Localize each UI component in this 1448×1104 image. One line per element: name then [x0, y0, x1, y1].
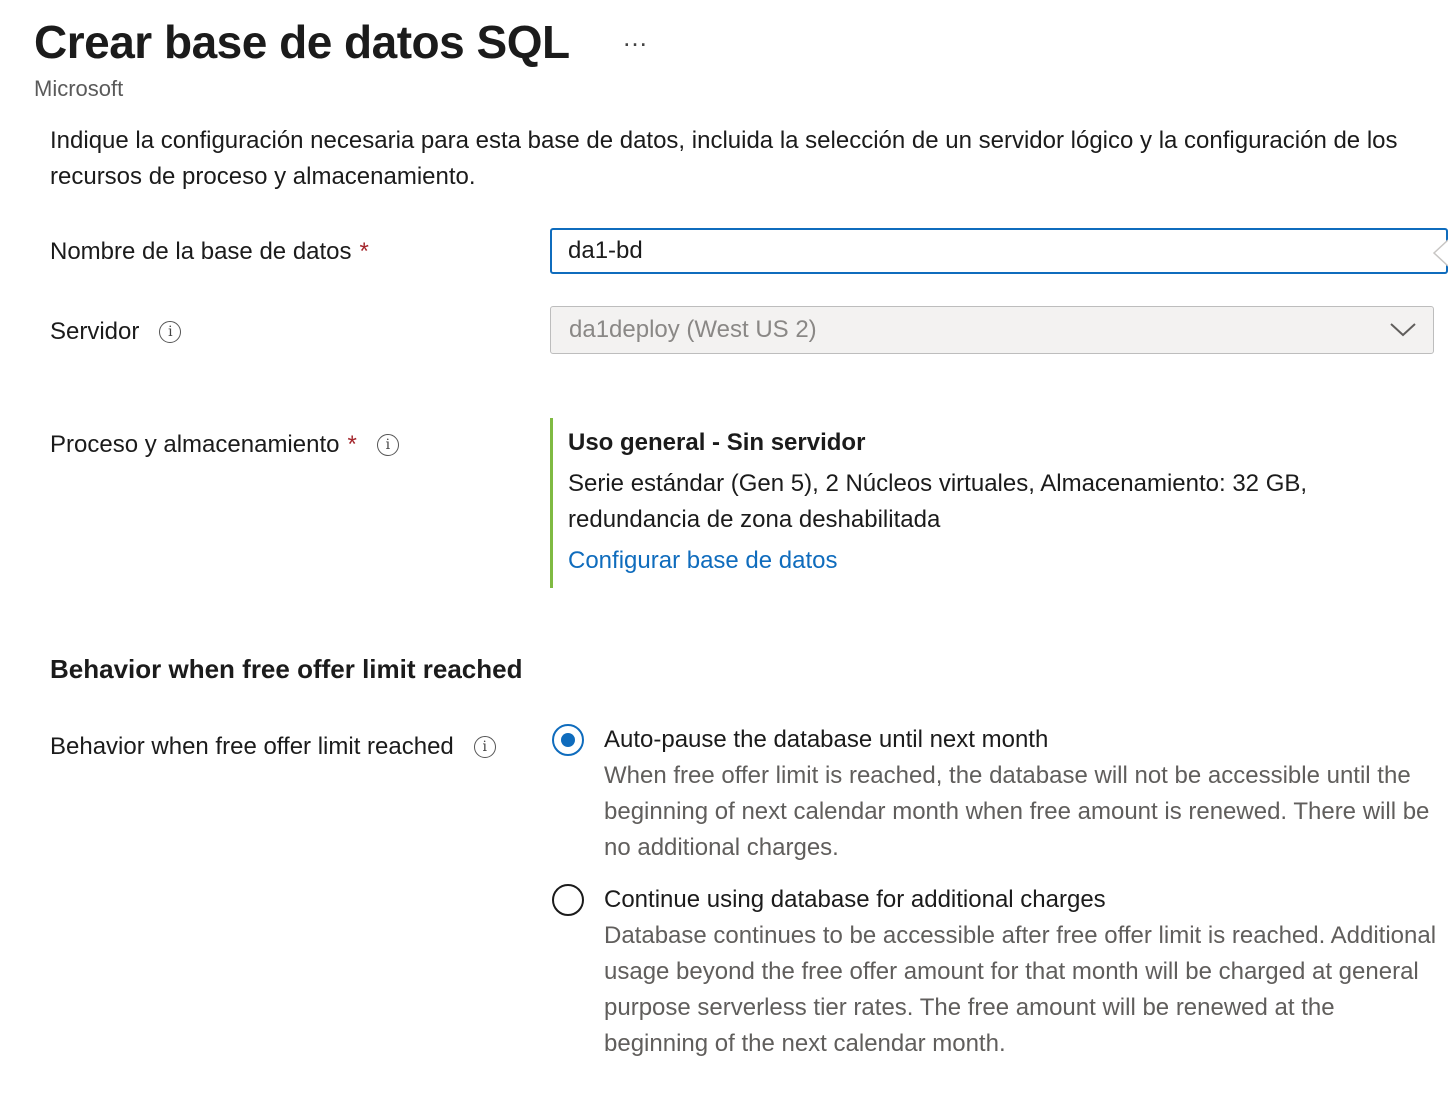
database-name-label-row: Nombre de la base de datos * — [50, 237, 369, 267]
radio-button-unchecked[interactable] — [552, 884, 584, 916]
free-offer-label-row: Behavior when free offer limit reached i — [50, 732, 496, 762]
server-dropdown[interactable]: da1deploy (West US 2) — [550, 306, 1434, 354]
radio-description: Database continues to be accessible afte… — [604, 922, 1437, 1057]
radio-label: Continue using database for additional c… — [604, 886, 1106, 913]
chevron-down-icon — [1390, 323, 1416, 337]
section-heading: Behavior when free offer limit reached — [50, 654, 523, 684]
server-label-row: Servidor i — [50, 317, 182, 347]
compute-spec: Serie estándar (Gen 5), 2 Núcleos virtua… — [568, 470, 1308, 533]
free-offer-label: Behavior when free offer limit reached — [50, 733, 454, 760]
publisher-label: Microsoft — [34, 76, 124, 101]
server-label: Servidor — [50, 318, 140, 345]
compute-storage-label: Proceso y almacenamiento — [50, 431, 340, 458]
radio-label: Auto-pause the database until next month — [604, 726, 1049, 753]
info-icon[interactable]: i — [159, 321, 182, 343]
radio-option-auto-pause[interactable]: Auto-pause the database until next month… — [550, 722, 1440, 866]
required-marker: * — [347, 431, 357, 458]
radio-description: When free offer limit is reached, the da… — [604, 762, 1430, 861]
configure-database-link[interactable]: Configurar base de datos — [568, 546, 838, 576]
page-title: Crear base de datos SQL — [34, 16, 570, 68]
compute-tier: Uso general - Sin servidor — [568, 429, 866, 456]
radio-option-continue-charges[interactable]: Continue using database for additional c… — [550, 882, 1440, 1062]
page-description: Indique la configuración necesaria para … — [50, 127, 1398, 190]
callout-notch-icon — [1432, 239, 1448, 267]
radio-button-checked[interactable] — [552, 724, 584, 756]
create-sql-database-page: Crear base de datos SQL … Microsoft Indi… — [0, 0, 1448, 1104]
server-selected-value: da1deploy (West US 2) — [569, 316, 817, 343]
more-icon[interactable]: … — [622, 22, 649, 52]
database-name-input[interactable] — [568, 231, 1418, 271]
info-icon[interactable]: i — [473, 736, 496, 758]
compute-storage-summary: Uso general - Sin servidor Serie estánda… — [550, 418, 1418, 588]
free-offer-radio-group: Auto-pause the database until next month… — [550, 722, 1440, 1062]
compute-storage-label-row: Proceso y almacenamiento * i — [50, 430, 399, 460]
info-icon[interactable]: i — [376, 434, 399, 456]
database-name-field[interactable] — [550, 228, 1448, 274]
radio-dot — [561, 733, 575, 747]
database-name-label: Nombre de la base de datos — [50, 238, 352, 265]
required-marker: * — [359, 238, 369, 265]
